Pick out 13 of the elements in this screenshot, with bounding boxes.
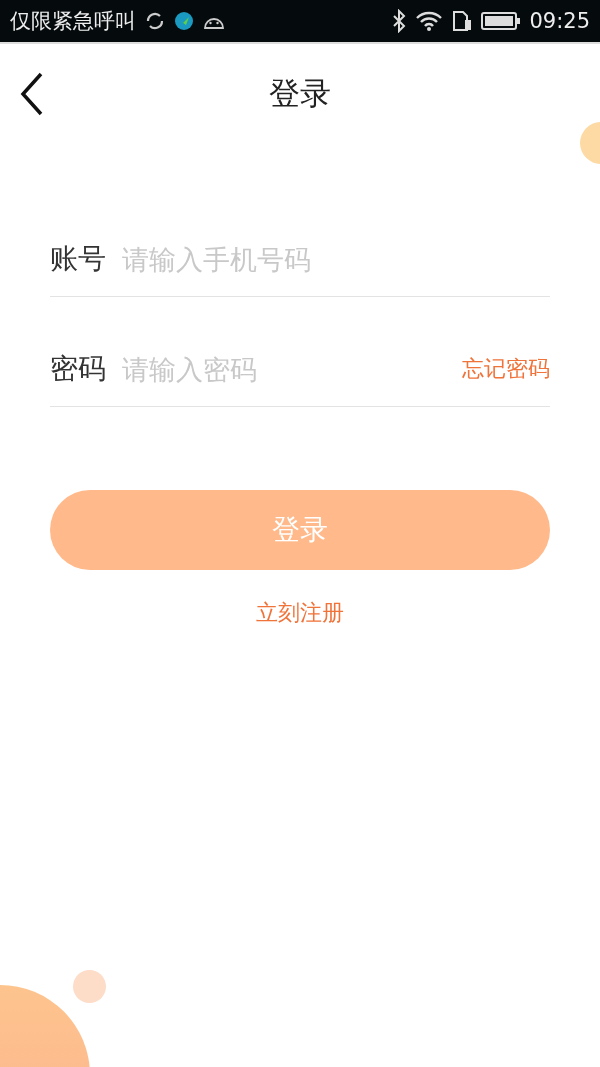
clock-time: 09:25 [529,9,590,33]
page-title: 登录 [269,74,331,113]
status-notice: 仅限紧急呼叫 [10,8,136,35]
bluetooth-icon [391,9,408,33]
sync-icon [144,10,166,32]
register-link[interactable]: 立刻注册 [256,598,344,628]
globe-icon [174,11,194,31]
battery-icon [481,11,522,31]
field-label: 密码 [50,351,106,387]
wifi-icon [415,10,444,32]
sim-icon [451,10,474,32]
field-label: 账号 [50,241,106,277]
forgot-password-link[interactable]: 忘记密码 [462,354,550,384]
